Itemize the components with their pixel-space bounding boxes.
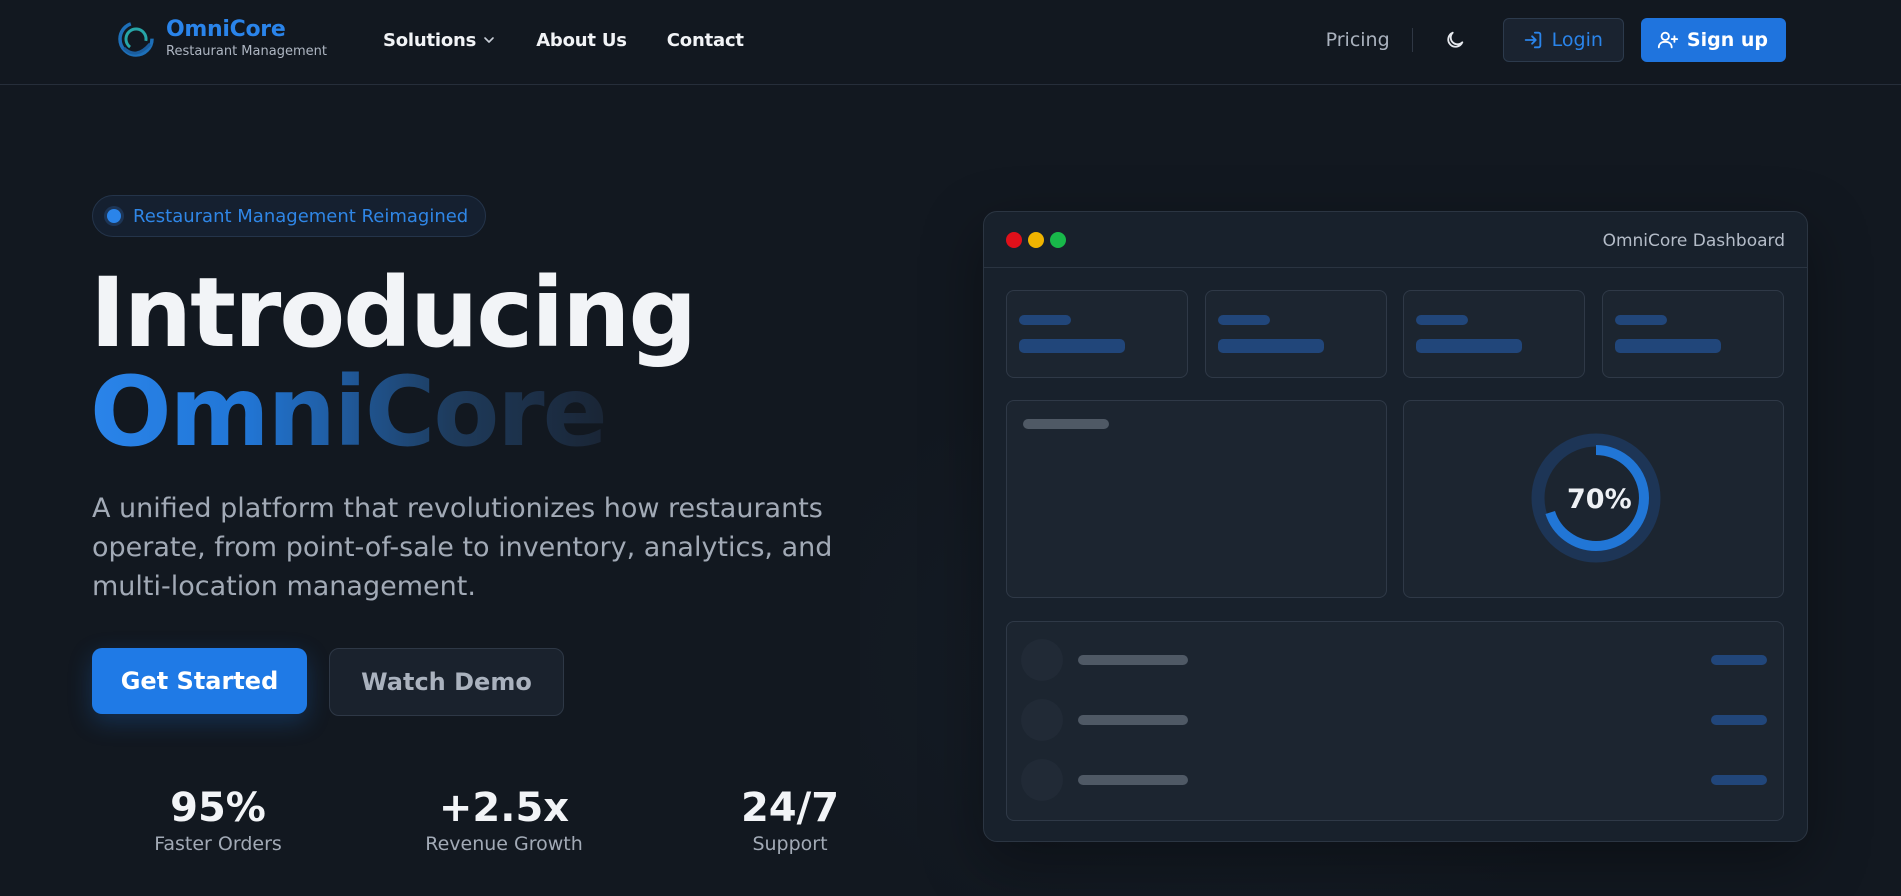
skeleton-bar xyxy=(1218,315,1270,325)
login-button[interactable]: Login xyxy=(1502,18,1624,62)
avatar-placeholder xyxy=(1021,699,1063,741)
brand-tagline: Restaurant Management xyxy=(166,44,327,59)
brand-logo[interactable]: OmniCore Restaurant Management xyxy=(116,18,327,60)
nav-solutions-label: Solutions xyxy=(383,29,477,51)
signup-button[interactable]: Sign up xyxy=(1640,18,1786,62)
kpi-card xyxy=(1602,290,1784,378)
skeleton-bar xyxy=(1416,315,1468,325)
navbar: OmniCore Restaurant Management Solutions… xyxy=(0,0,1901,85)
skeleton-bar xyxy=(1078,715,1188,725)
watch-demo-button[interactable]: Watch Demo xyxy=(329,648,564,716)
hero-description: A unified platform that revolutionizes h… xyxy=(92,493,833,602)
kpi-card xyxy=(1006,290,1188,378)
window-close-dot xyxy=(1006,232,1022,248)
nav-divider xyxy=(1411,28,1413,52)
window-minimize-dot xyxy=(1028,232,1044,248)
primary-nav: Solutions About Us Contact xyxy=(383,0,784,80)
dashboard-titlebar: OmniCore Dashboard xyxy=(984,212,1807,268)
avatar-placeholder xyxy=(1021,639,1063,681)
dashboard-title: OmniCore Dashboard xyxy=(1602,231,1785,251)
login-label: Login xyxy=(1551,29,1603,51)
user-plus-icon xyxy=(1657,31,1679,49)
brand-name: OmniCore xyxy=(166,17,286,42)
stat-label: Faster Orders xyxy=(154,833,282,855)
window-maximize-dot xyxy=(1050,232,1066,248)
nav-contact[interactable]: Contact xyxy=(667,30,744,51)
stat-value: 95% xyxy=(170,785,266,831)
moon-icon xyxy=(1447,31,1463,48)
stat-revenue-growth: +2.5x Revenue Growth xyxy=(394,785,614,855)
skeleton-bar xyxy=(1019,339,1125,353)
stat-label: Revenue Growth xyxy=(425,833,583,855)
progress-label: 70% xyxy=(1567,484,1632,515)
skeleton-bar xyxy=(1023,419,1109,429)
skeleton-bar xyxy=(1615,339,1721,353)
signup-label: Sign up xyxy=(1686,29,1768,51)
hero-title-line1: Introducing xyxy=(90,257,697,369)
hero-badge: Restaurant Management Reimagined xyxy=(92,195,487,237)
skeleton-bar xyxy=(1416,339,1522,353)
skeleton-bar xyxy=(1078,775,1188,785)
omnicore-logo-icon xyxy=(118,21,154,57)
nav-actions: Pricing Login Sign up xyxy=(1326,18,1786,62)
badge-text: Restaurant Management Reimagined xyxy=(133,205,469,227)
hero-title-line2: OmniCore xyxy=(90,356,608,468)
chevron-down-icon xyxy=(484,37,494,43)
dashboard-preview: OmniCore Dashboard 70% xyxy=(983,211,1808,842)
avatar-placeholder xyxy=(1021,759,1063,801)
kpi-card xyxy=(1205,290,1387,378)
skeleton-bar xyxy=(1711,775,1767,785)
progress-card: 70% xyxy=(1403,400,1784,598)
skeleton-bar xyxy=(1615,315,1667,325)
list-placeholder-card xyxy=(1006,621,1784,821)
kpi-card xyxy=(1403,290,1585,378)
nav-pricing[interactable]: Pricing xyxy=(1326,29,1390,51)
get-started-button[interactable]: Get Started xyxy=(92,648,307,714)
skeleton-bar xyxy=(1711,715,1767,725)
stat-faster-orders: 95% Faster Orders xyxy=(108,785,328,855)
skeleton-bar xyxy=(1711,655,1767,665)
skeleton-bar xyxy=(1078,655,1188,665)
nav-solutions[interactable]: Solutions xyxy=(383,30,496,51)
badge-dot-icon xyxy=(107,209,121,223)
login-icon xyxy=(1524,31,1541,49)
theme-toggle-button[interactable] xyxy=(1439,24,1471,56)
skeleton-bar xyxy=(1218,339,1324,353)
chart-placeholder-card xyxy=(1006,400,1387,598)
nav-about-us[interactable]: About Us xyxy=(536,30,627,51)
stat-value: +2.5x xyxy=(438,785,570,831)
skeleton-bar xyxy=(1019,315,1071,325)
